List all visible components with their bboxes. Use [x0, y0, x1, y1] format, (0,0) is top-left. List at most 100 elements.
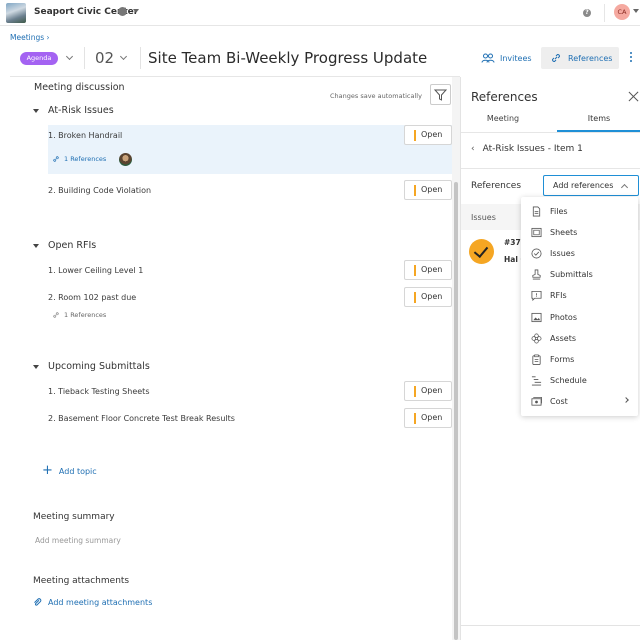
collapse-triangle-icon[interactable]: [33, 365, 39, 369]
divider: [84, 47, 85, 69]
invitees-label: Invitees: [500, 53, 532, 63]
menu-item-sheets[interactable]: Sheets: [521, 222, 638, 243]
back-button[interactable]: ‹ At-Risk Issues - Item 1: [471, 144, 583, 154]
menu-item-submittals[interactable]: Submittals: [521, 264, 638, 285]
section-heading: Meeting discussion: [34, 82, 125, 93]
add-references-label: Add references: [553, 181, 614, 190]
autosave-status: Changes save automatically: [330, 92, 422, 100]
menu-item-label: Forms: [550, 354, 575, 364]
add-topic-button[interactable]: + Add topic: [42, 463, 97, 478]
references-count: 1 References: [64, 155, 107, 163]
references-link[interactable]: 1 References: [52, 155, 106, 163]
references-button[interactable]: References: [541, 47, 619, 69]
topic-title[interactable]: At-Risk Issues: [48, 105, 114, 116]
status-button[interactable]: Open: [404, 180, 452, 200]
plus-icon: +: [42, 463, 53, 478]
rfis-icon: [531, 291, 542, 302]
project-thumbnail[interactable]: [6, 3, 26, 23]
link-icon: [552, 54, 560, 62]
references-count: 1 References: [64, 311, 107, 319]
issues-icon: [531, 248, 542, 259]
invitees-button[interactable]: Invitees: [481, 47, 532, 69]
topic-item[interactable]: 1. Broken Handrail: [48, 131, 122, 140]
top-bar: Seaport Civic Center ? CA: [0, 0, 640, 26]
add-attachments-link[interactable]: Add meeting attachments: [33, 598, 152, 607]
add-attachments-label: Add meeting attachments: [48, 598, 153, 607]
status-button[interactable]: Open: [404, 287, 452, 307]
sheets-icon: [531, 228, 542, 238]
forms-icon: [532, 354, 541, 365]
collapse-triangle-icon[interactable]: [33, 244, 39, 248]
menu-item-label: Cost: [550, 396, 568, 406]
breadcrumb[interactable]: Meetings ›: [10, 33, 50, 42]
assignee-avatar[interactable]: [119, 153, 132, 166]
more-options-icon[interactable]: [630, 52, 632, 64]
references-label: References: [471, 181, 522, 191]
menu-item-label: Sheets: [550, 228, 578, 238]
item-context-label: At-Risk Issues - Item 1: [482, 144, 583, 154]
menu-item-photos[interactable]: Photos: [521, 306, 638, 327]
filter-icon: [433, 89, 448, 101]
divider: [461, 625, 640, 626]
meeting-number[interactable]: 02: [95, 49, 114, 67]
close-icon[interactable]: [628, 91, 639, 102]
menu-item-label: Schedule: [550, 375, 587, 385]
add-references-dropdown[interactable]: Add references: [543, 175, 639, 196]
page-title[interactable]: Site Team Bi-Weekly Progress Update: [148, 49, 427, 67]
meeting-discussion-pane: Meeting discussion Changes save automati…: [0, 77, 460, 640]
summary-heading: Meeting summary: [33, 512, 115, 522]
tab-items[interactable]: Items: [557, 114, 640, 132]
menu-item-label: Submittals: [550, 270, 593, 280]
divider: [604, 4, 605, 22]
status-pill[interactable]: Agenda: [20, 52, 58, 65]
status-button[interactable]: Open: [404, 125, 452, 145]
menu-item-schedule[interactable]: Schedule: [521, 370, 638, 391]
topic-item[interactable]: 2. Building Code Violation: [48, 186, 151, 195]
menu-item-assets[interactable]: Assets: [521, 328, 638, 349]
help-icon[interactable]: ?: [583, 9, 591, 17]
add-topic-label: Add topic: [58, 466, 97, 476]
menu-item-forms[interactable]: Forms: [521, 349, 638, 370]
collapse-triangle-icon[interactable]: [33, 109, 39, 113]
menu-item-files[interactable]: Files: [521, 201, 638, 222]
topic-item[interactable]: 1. Tieback Testing Sheets: [48, 387, 149, 396]
menu-item-label: Files: [550, 207, 568, 217]
summary-input[interactable]: Add meeting summary: [35, 536, 121, 545]
status-button[interactable]: Open: [404, 260, 452, 280]
attachments-heading: Meeting attachments: [33, 576, 130, 586]
topic-item[interactable]: 2. Basement Floor Concrete Test Break Re…: [48, 414, 235, 423]
references-link[interactable]: 1 References: [52, 311, 106, 319]
menu-item-issues[interactable]: Issues: [521, 243, 638, 264]
filter-button[interactable]: [430, 84, 451, 105]
submittals-icon: [532, 269, 541, 280]
status-button[interactable]: Open: [404, 381, 452, 401]
topic-title[interactable]: Upcoming Submittals: [48, 361, 150, 372]
cost-icon: [531, 396, 542, 406]
topic-item[interactable]: 1. Lower Ceiling Level 1: [48, 266, 143, 275]
menu-item-label: RFIs: [550, 291, 567, 301]
assets-icon: [531, 333, 542, 344]
tab-meeting[interactable]: Meeting: [461, 114, 545, 132]
breadcrumb-meetings[interactable]: Meetings: [10, 33, 44, 42]
chevron-right-icon: ›: [46, 33, 50, 42]
chevron-up-icon: [620, 183, 629, 192]
topic-item[interactable]: 2. Room 102 past due: [48, 293, 136, 302]
divider: [461, 132, 640, 133]
project-dropdown-caret-icon[interactable]: [133, 9, 139, 13]
panel-title: References: [471, 90, 538, 104]
schedule-icon: [531, 376, 542, 386]
status-dropdown-chevron-icon[interactable]: [65, 52, 74, 61]
file-icon: [532, 206, 541, 217]
photos-icon: [531, 312, 542, 322]
people-icon: [481, 53, 495, 63]
status-button[interactable]: Open: [404, 408, 452, 428]
scrollbar-thumb[interactable]: [454, 182, 458, 640]
user-avatar[interactable]: CA: [614, 4, 630, 20]
paperclip-icon: [34, 598, 42, 606]
meeting-number-chevron-icon[interactable]: [119, 52, 128, 61]
chevron-left-icon: ‹: [471, 144, 475, 154]
topic-title[interactable]: Open RFIs: [48, 240, 96, 251]
user-menu-caret-icon[interactable]: [633, 9, 639, 13]
menu-item-rfis[interactable]: RFIs: [521, 285, 638, 306]
menu-item-cost[interactable]: Cost: [521, 391, 638, 412]
